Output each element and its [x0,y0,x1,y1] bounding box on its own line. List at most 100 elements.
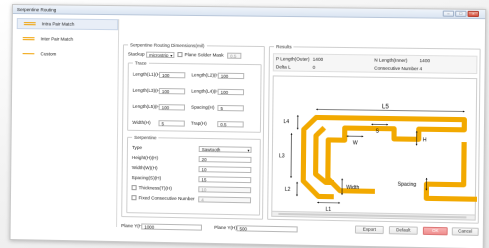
fixed-consecutive-row: Fixed Consecutive Number 4 [131,194,251,203]
export-button[interactable]: Export [355,225,384,234]
serpentine-routing-dialog: Serpentine Routing – □ × Intra Pair Matc… [10,4,487,248]
delta-l-label: Delta L [276,64,313,70]
trace-group: Trace Length(L1)(H) 100 Length(L2)(H) 10… [127,62,262,132]
spacing-label: Spacing(H) [191,105,217,110]
p-length-value: 1400 [313,57,375,63]
default-button[interactable]: Default [389,226,418,235]
height-input[interactable]: 20 [199,156,252,163]
type-value: Sawtooth [202,147,221,151]
window-title: Serpentine Routing [13,7,56,12]
type-row: Type Sawtooth ▾ [132,144,252,153]
plane-y-input[interactable]: 500 [236,225,297,232]
serpentine-diagram: L5 L4 L3 L2 L1 W S H Width Spacing [271,75,477,220]
dimensions-group: Serpentine Routing Dimensions(mil) Stack… [121,44,265,219]
trace-bottom-right [426,198,477,199]
serpentine-legend: Serpentine [132,135,159,140]
cancel-button[interactable]: Cancel [452,227,479,236]
spacing-label: Spacing [398,182,417,188]
trace-row-3: Length(L5)(H) 100 Spacing(H) 5 [132,103,244,112]
serp-width-input[interactable]: 10 [198,166,251,173]
p-length-label: P Length(Outer) [276,56,313,62]
fixed-consecutive-input[interactable]: 4 [198,196,251,203]
fixed-consecutive-label: Fixed Consecutive Number [139,195,199,201]
plane-x-label: Plane Y(H) [121,223,141,228]
window-controls: – □ × [443,11,479,17]
thickness-input[interactable]: 10 [198,186,251,193]
serp-spacing-row: Spacing(S)(H) 15 [132,174,252,183]
trace-row-1: Length(L1)(H) 100 Length(L2)(H) 100 [133,71,245,80]
spacing-input[interactable]: 5 [217,104,243,110]
stackup-select[interactable]: microstrip ▾ [146,51,174,57]
n-length-label: N Length(Inner) [374,57,419,63]
plane-y-label: Plane Y(H) [214,225,236,230]
results-summary: P Length(Outer) 1400 N Length(Inner) 140… [273,53,478,74]
length-l4-input[interactable]: 100 [218,88,244,94]
maximize-button[interactable]: □ [455,11,466,17]
consecutive-number-label: Consecutive Number [374,66,419,72]
length-l3-input[interactable]: 100 [159,88,185,94]
w-label: W [353,140,358,146]
fixed-consecutive-checkbox[interactable] [131,195,136,200]
serp-spacing-input[interactable]: 15 [198,176,251,183]
serp-spacing-label: Spacing(S)(H) [132,175,199,181]
serpentine-trace-drawing: L5 L4 L3 L2 L1 W S H Width Spacing [272,76,478,215]
serpentine-group: Serpentine Type Sawtooth ▾ Height(H)(H) … [126,137,261,216]
chevron-down-icon: ▾ [247,147,250,151]
l5-label: L5 [382,104,390,110]
length-l1-label: Length(L1)(H) [133,72,159,77]
sidebar-item-inter-pair-match[interactable]: Inter Pair Match [17,33,118,45]
type-select[interactable]: Sawtooth ▾ [199,145,252,152]
trap-label: Trap(H) [191,121,217,126]
chevron-down-icon: ▾ [170,52,173,56]
footer-plane-fields: Plane Y(H) 1000 Plane Y(H) 500 [121,222,298,232]
length-l1-input[interactable]: 100 [159,71,185,77]
results-row-2: Delta L 0 Consecutive Number 4 [276,63,451,72]
type-label: Type [132,145,199,151]
thickness-label: Thickness(T)(H) [139,185,199,191]
h-label: H [423,137,427,143]
l5-dimension-arrow [316,109,464,111]
serp-width-label: Width(W)(H) [132,165,199,171]
delta-l-value: 0 [313,65,375,71]
results-group: Results P Length(Outer) 1400 N Length(In… [267,46,481,224]
results-legend: Results [274,44,294,49]
sidebar-item-label: Custom [40,51,56,56]
plane-solder-mask-checkbox[interactable] [177,52,182,57]
width-input[interactable]: 5 [158,120,184,126]
stackup-row: Stackup microstrip ▾ Plane Solder Mask 0… [128,50,242,58]
plane-x-input[interactable]: 1000 [141,223,202,230]
thickness-row: Thickness(T)(H) 10 [132,184,252,193]
width-label: Width(H) [132,120,158,125]
ok-button[interactable]: OK [423,227,448,236]
length-l5-label: Length(L5)(H) [132,104,158,109]
l3-label: L3 [279,153,285,159]
trace-legend: Trace [133,61,149,66]
serp-width-row: Width(W)(H) 10 [132,164,252,173]
length-l2-label: Length(L2)(H) [191,72,217,77]
stackup-value: microstrip [149,52,168,56]
sidebar-item-intra-pair-match[interactable]: Intra Pair Match [17,18,118,30]
sidebar-item-custom[interactable]: Custom [16,48,117,60]
minimize-button[interactable]: – [443,11,454,17]
single-trace-icon [22,52,34,56]
length-l5-input[interactable]: 100 [159,104,185,110]
close-button[interactable]: × [468,11,479,17]
plane-solder-mask-label: Plane Solder Mask [184,52,227,58]
dimensions-legend: Serpentine Routing Dimensions(mil) [128,42,206,48]
trap-input[interactable]: 0.5 [217,121,243,127]
stackup-label: Stackup [128,51,146,56]
consecutive-number-value: 4 [419,66,450,71]
l2-label: L2 [285,187,291,193]
height-row: Height(H)(H) 20 [132,154,252,163]
n-length-value: 1400 [420,58,451,63]
length-l4-label: Length(L4)(H) [191,88,217,93]
differential-pair-icon [23,37,35,41]
plane-solder-mask-input[interactable]: 0.5 [227,52,241,58]
trace-row-4: Width(H) 5 Trap(H) 0.5 [132,119,244,128]
sidebar-item-label: Intra Pair Match [42,21,75,26]
height-label: Height(H)(H) [132,155,199,161]
length-l2-input[interactable]: 100 [218,72,244,78]
width-label: Width [346,185,359,191]
thickness-checkbox[interactable] [132,185,137,190]
length-l3-label: Length(L3)(H) [133,88,159,93]
